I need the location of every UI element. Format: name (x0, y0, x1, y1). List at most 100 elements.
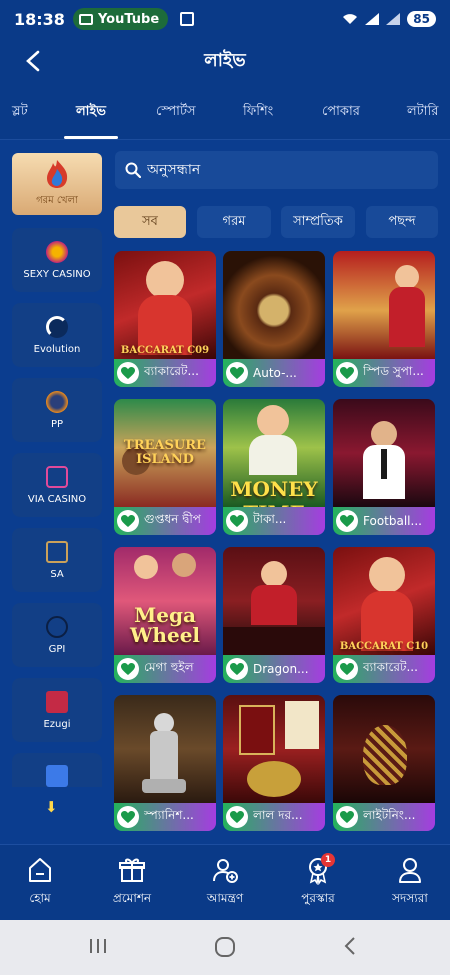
nav-promotion[interactable]: প্রমোশন (92, 855, 172, 915)
game-info-bar: স্পিড সুপা... (333, 359, 435, 387)
favorite-button[interactable] (336, 806, 358, 828)
heart-icon (230, 810, 244, 823)
nav-home[interactable]: হোম (0, 855, 80, 915)
provider-label: VIA CASINO (27, 493, 87, 505)
heart-icon (230, 514, 244, 527)
heart-icon (340, 366, 354, 379)
app-header: লাইভ (0, 38, 450, 84)
nav-reward[interactable]: 1 পুরস্কার (278, 853, 358, 915)
game-name: গুপ্তধন দ্বীপ (144, 512, 201, 526)
screen-cast-icon (78, 13, 93, 25)
game-info-bar: লাইটনিং... (333, 803, 435, 831)
game-name: স্পিড সুপা... (363, 364, 424, 378)
game-name: লাল দর... (253, 808, 303, 822)
nav-label: প্রমোশন (112, 891, 152, 905)
chevron-left-icon (26, 50, 40, 72)
filter-hot[interactable]: গরম (197, 206, 271, 238)
search-input[interactable] (147, 162, 407, 178)
provider-via-casino[interactable]: VIA CASINO (12, 453, 102, 517)
youtube-pill[interactable]: YouTube (72, 8, 169, 30)
page-title: লাইভ (204, 49, 246, 71)
game-card[interactable]: স্প্যানিশ... (114, 695, 216, 831)
game-info-bar: গুপ্তধন দ্বীপ (114, 507, 216, 535)
game-name: Dragon... (253, 662, 309, 676)
chevron-double-down-icon[interactable]: ⬇ (45, 798, 58, 816)
tab-live[interactable]: লাইভ (76, 102, 106, 123)
nav-members[interactable]: সদস্যরা (370, 855, 450, 915)
back-icon[interactable] (342, 936, 358, 956)
game-card[interactable]: Auto-... (223, 251, 325, 387)
provider-sexy-casino[interactable]: SEXY CASINO (12, 228, 102, 292)
game-card[interactable]: BACCARAT C10 ব্যাকারেট... (333, 547, 435, 683)
filter-recent[interactable]: সাম্প্রতিক (281, 206, 355, 238)
favorite-button[interactable] (117, 806, 139, 828)
signal-icon (365, 13, 380, 25)
ezugi-logo (46, 690, 68, 713)
status-bar: 18:38 YouTube 85 (0, 0, 450, 38)
signal-icon-2 (386, 13, 401, 25)
provider-label: Ezugi (43, 718, 71, 730)
provider-label: Evolution (33, 343, 81, 355)
provider-hot-games[interactable]: গরম খেলা (12, 153, 102, 215)
search-icon (125, 162, 141, 178)
home-button-icon[interactable] (214, 936, 236, 958)
favorite-button[interactable] (336, 362, 358, 384)
game-info-bar: Auto-... (223, 359, 325, 387)
game-card[interactable]: TREASURE ISLAND গুপ্তধন দ্বীপ (114, 399, 216, 535)
provider-evolution[interactable]: Evolution (12, 303, 102, 367)
heart-icon (230, 662, 244, 675)
favorite-button[interactable] (226, 658, 248, 680)
tab-sports[interactable]: স্পোর্টস (156, 102, 196, 123)
game-name: Football... (363, 514, 422, 528)
tab-slot[interactable]: স্লট (12, 102, 28, 123)
tab-lottery[interactable]: লটারি (407, 102, 438, 123)
game-name: মেগা হুইল (144, 660, 194, 674)
category-tabs: স্লট লাইভ স্পোর্টস ফিশিং পোকার লটারি (0, 84, 450, 140)
provider-pp[interactable]: PP (12, 378, 102, 442)
status-time: 18:38 (14, 9, 65, 29)
game-title-art: TREASURE ISLAND (124, 438, 206, 467)
game-card[interactable]: BACCARAT C09 ব্যাকারেট... (114, 251, 216, 387)
game-card[interactable]: MONEY TIME টাকা... (223, 399, 325, 535)
screenshot-icon (180, 12, 195, 26)
game-card[interactable]: লাইটনিং... (333, 695, 435, 831)
recent-apps-icon[interactable] (88, 936, 108, 956)
game-thumbnail (114, 251, 216, 359)
back-button[interactable] (20, 48, 46, 74)
game-card[interactable]: লাল দর... (223, 695, 325, 831)
youtube-pill-label: YouTube (97, 11, 160, 27)
heart-icon (340, 514, 354, 527)
heart-icon (121, 662, 135, 675)
provider-label: PP (50, 418, 64, 430)
favorite-button[interactable] (117, 658, 139, 680)
game-card[interactable]: Mega Wheel মেগা হুইল (114, 547, 216, 683)
tab-fishing[interactable]: ফিশিং (243, 102, 273, 123)
favorite-button[interactable] (226, 806, 248, 828)
filter-all[interactable]: সব (114, 206, 186, 238)
game-card[interactable]: স্পিড সুপা... (333, 251, 435, 387)
provider-ai[interactable] (12, 753, 102, 787)
favorite-button[interactable] (336, 658, 358, 680)
bottom-navigation: হোম প্রমোশন আমন্ত্রণ 1 পুরস্কার সদস্যরা (0, 844, 450, 920)
favorite-button[interactable] (226, 362, 248, 384)
game-title-art: BACCARAT C10 (339, 641, 429, 652)
provider-ezugi[interactable]: Ezugi (12, 678, 102, 742)
favorite-button[interactable] (117, 510, 139, 532)
nav-label: পুরস্কার (301, 891, 335, 905)
nav-invite[interactable]: আমন্ত্রণ (185, 855, 265, 915)
system-navigation-bar (0, 920, 450, 975)
tab-poker[interactable]: পোকার (322, 102, 360, 123)
favorite-button[interactable] (336, 510, 358, 532)
game-title-art: BACCARAT C09 (120, 345, 210, 356)
game-name: Auto-... (253, 366, 297, 380)
game-info-bar: স্প্যানিশ... (114, 803, 216, 831)
favorite-button[interactable] (226, 510, 248, 532)
favorite-button[interactable] (117, 362, 139, 384)
provider-sa[interactable]: SA (12, 528, 102, 592)
provider-gpi[interactable]: GPI (12, 603, 102, 667)
game-info-bar: Dragon... (223, 655, 325, 683)
game-card[interactable]: Football... (333, 399, 435, 535)
game-info-bar: ব্যাকারেট... (333, 655, 435, 683)
game-card[interactable]: Dragon... (223, 547, 325, 683)
filter-favorite[interactable]: পছন্দ (366, 206, 438, 238)
